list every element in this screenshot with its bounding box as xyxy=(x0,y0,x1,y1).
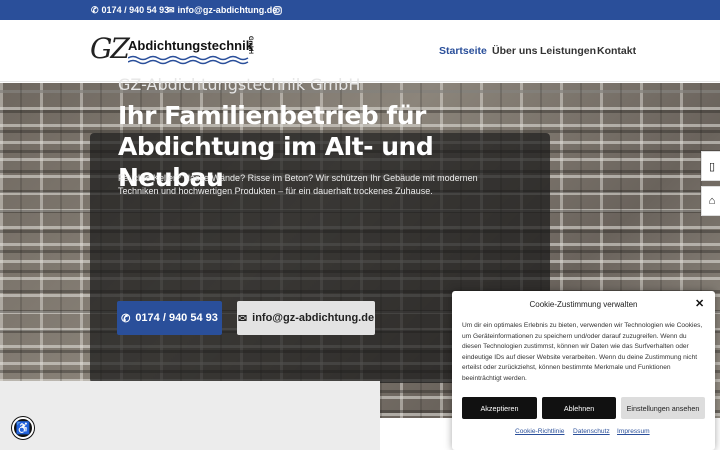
call-button-label: 0174 / 940 54 93 xyxy=(135,312,218,324)
topbar-phone-link[interactable]: ✆ 0174 / 940 54 93 xyxy=(91,0,169,20)
topbar-email-text: info@gz-abdichtung.de xyxy=(177,5,278,15)
top-bar: ✆ 0174 / 940 54 93 ✉ info@gz-abdichtung.… xyxy=(0,0,720,20)
home-icon: ⌂ xyxy=(708,195,716,207)
nav-leistungen[interactable]: Leistungen xyxy=(540,45,596,57)
topbar-email-link[interactable]: ✉ info@gz-abdichtung.de xyxy=(167,0,277,20)
nav-ueber-uns[interactable]: Über uns xyxy=(492,45,538,57)
site-header: GZ Abdichtungstechnik GmbH Startseite Üb… xyxy=(0,20,720,82)
phone-icon: ✆ xyxy=(91,4,99,15)
accept-button[interactable]: Akzeptieren xyxy=(462,397,537,419)
logo-gz: GZ xyxy=(90,32,130,65)
imprint-link[interactable]: Impressum xyxy=(617,428,650,435)
mobile-phone-icon: ▯ xyxy=(708,160,716,173)
settings-button[interactable]: Einstellungen ansehen xyxy=(621,397,705,419)
side-home-button[interactable]: ⌂ xyxy=(701,186,720,216)
logo-gmbh: GmbH xyxy=(247,36,253,54)
logo-waves xyxy=(128,55,249,65)
deny-button[interactable]: Ablehnen xyxy=(542,397,616,419)
accessibility-icon: ♿ xyxy=(15,421,31,435)
hero-text: Feuchte Keller? Nasse Wände? Risse im Be… xyxy=(118,173,478,196)
cookie-policy-link[interactable]: Cookie-Richtlinie xyxy=(515,428,564,435)
instagram-icon[interactable] xyxy=(273,0,282,20)
nav-kontakt[interactable]: Kontakt xyxy=(597,45,636,57)
cookie-text: Um dir ein optimales Erlebnis zu bieten,… xyxy=(462,322,703,382)
email-button[interactable]: ✉ info@gz-abdichtung.de xyxy=(237,301,375,335)
accessibility-button[interactable]: ♿ xyxy=(12,417,34,439)
side-phone-button[interactable]: ▯ xyxy=(701,151,720,181)
privacy-link[interactable]: Datenschutz xyxy=(573,428,610,435)
nav-startseite[interactable]: Startseite xyxy=(439,45,487,57)
cookie-consent-dialog: Cookie-Zustimmung verwalten ✕ Um dir ein… xyxy=(452,291,715,450)
close-icon[interactable]: ✕ xyxy=(695,297,704,310)
content-block xyxy=(0,381,380,450)
logo-name: Abdichtungstechnik xyxy=(128,38,253,53)
site-logo[interactable]: GZ Abdichtungstechnik GmbH xyxy=(90,32,265,70)
topbar-phone-text: 0174 / 940 54 93 xyxy=(101,5,170,15)
envelope-icon: ✉ xyxy=(237,312,248,325)
cookie-title: Cookie-Zustimmung verwalten xyxy=(529,300,638,309)
phone-icon: ✆ xyxy=(121,312,131,325)
hero-subtitle: GZ-Abdichtungstechnik GmbH xyxy=(118,75,361,94)
call-button[interactable]: ✆ 0174 / 940 54 93 xyxy=(117,301,222,335)
email-button-label: info@gz-abdichtung.de xyxy=(252,312,375,324)
envelope-icon: ✉ xyxy=(167,4,175,15)
